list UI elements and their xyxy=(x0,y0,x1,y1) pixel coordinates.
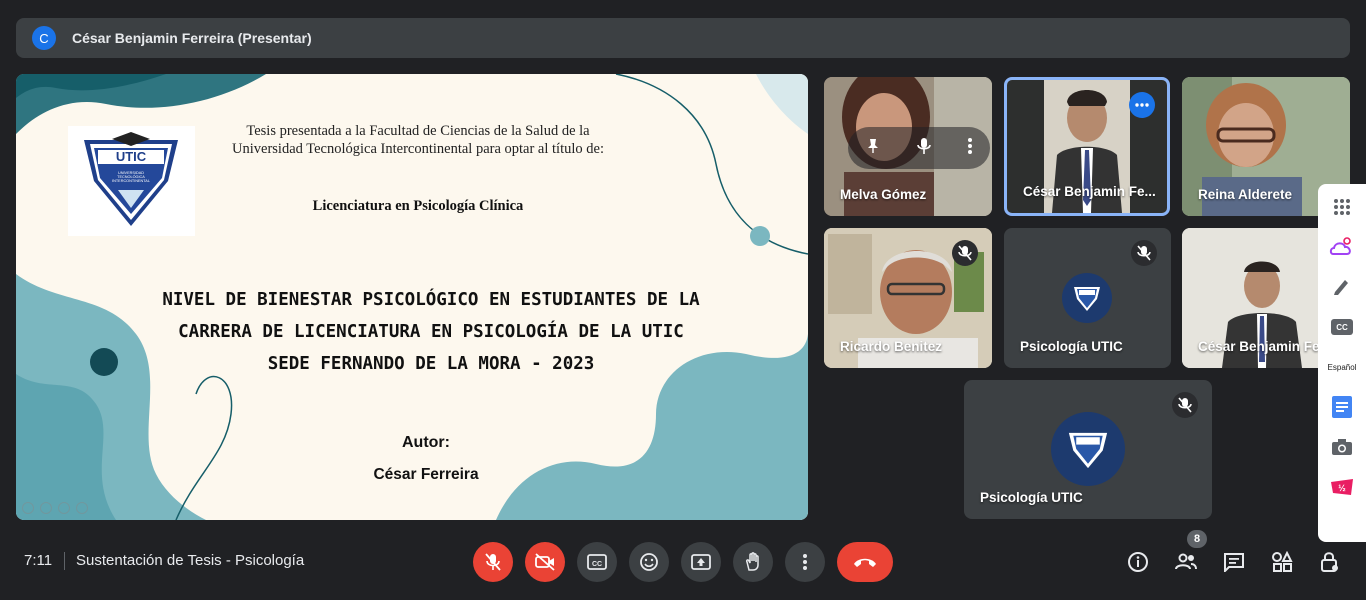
captions-icon: CC xyxy=(587,554,607,570)
slide-title-line: NIVEL DE BIENESTAR PSICOLÓGICO EN ESTUDI… xyxy=(162,290,700,310)
presenter-bar: C César Benjamin Ferreira (Presentar) xyxy=(16,18,1350,58)
slide-degree: Licenciatura en Psicología Clínica xyxy=(312,198,524,214)
more-options-icon[interactable] xyxy=(967,137,973,160)
apps-grid-icon[interactable] xyxy=(1327,192,1357,222)
weather-icon[interactable] xyxy=(1327,232,1357,262)
author-label: Autor: xyxy=(402,434,450,451)
presentation-slide: UTIC UNIVERSIDAD TECNOLÓGICA INTERCONTIN… xyxy=(16,74,808,520)
host-controls-button[interactable] xyxy=(1312,544,1348,580)
present-icon xyxy=(691,554,711,570)
hang-up-icon xyxy=(854,558,876,567)
present-screen-button[interactable] xyxy=(681,542,721,582)
svg-text:INTERCONTINENTAL: INTERCONTINENTAL xyxy=(112,179,150,183)
microphone-icon[interactable] xyxy=(916,137,932,160)
utic-avatar xyxy=(1062,273,1112,323)
emoji-icon xyxy=(640,553,658,571)
next-icon[interactable] xyxy=(58,502,70,514)
people-button[interactable] xyxy=(1168,544,1204,580)
camera-off-icon xyxy=(535,553,555,571)
utic-avatar xyxy=(1051,412,1125,486)
hand-icon xyxy=(746,552,759,571)
prev-icon[interactable] xyxy=(22,502,34,514)
more-options-button[interactable] xyxy=(785,542,825,582)
presenter-avatar: C xyxy=(32,26,56,50)
participant-name: César Benjamin Fe xyxy=(1198,339,1320,354)
shapes-icon xyxy=(1272,551,1293,572)
pin-icon[interactable] xyxy=(865,138,881,159)
camera-toggle-button[interactable] xyxy=(525,542,565,582)
chat-icon xyxy=(1224,553,1244,572)
participant-name: Psicología UTIC xyxy=(1020,339,1123,354)
side-extension-panel: CC Español ½ xyxy=(1318,184,1366,542)
people-icon xyxy=(1175,553,1197,570)
chat-button[interactable] xyxy=(1216,544,1252,580)
captions-icon[interactable]: CC xyxy=(1327,312,1357,342)
mic-toggle-button[interactable] xyxy=(473,542,513,582)
activities-button[interactable] xyxy=(1264,544,1300,580)
mic-off-icon xyxy=(485,553,501,571)
participant-tile-melva[interactable]: Melva Gómez xyxy=(824,77,992,216)
participant-name: César Benjamin Fe... xyxy=(1023,184,1156,199)
captions-button[interactable]: CC xyxy=(577,542,617,582)
more-vert-icon xyxy=(803,554,807,570)
divider xyxy=(64,552,65,570)
pen-icon[interactable] xyxy=(1327,272,1357,302)
play-icon[interactable] xyxy=(40,502,52,514)
meeting-clock: 7:11 xyxy=(24,552,53,569)
bottom-control-bar: 7:11 Sustentación de Tesis - Psicología … xyxy=(0,540,1366,600)
extension-icon[interactable]: ½ xyxy=(1327,472,1357,502)
slide-title-line: SEDE FERNANDO DE LA MORA - 2023 xyxy=(267,354,595,374)
svg-text:CC: CC xyxy=(592,561,602,568)
svg-text:UTIC: UTIC xyxy=(116,149,147,164)
participant-tile-psicologia-1[interactable]: Psicología UTIC xyxy=(1004,228,1171,368)
participant-tile-psicologia-2[interactable]: Psicología UTIC xyxy=(964,380,1212,519)
participant-count-badge: 8 xyxy=(1187,530,1207,548)
raise-hand-button[interactable] xyxy=(733,542,773,582)
participant-tile-ricardo[interactable]: Ricardo Benitez xyxy=(824,228,992,368)
meeting-title: Sustentación de Tesis - Psicología xyxy=(76,552,305,569)
caption-language[interactable]: Español xyxy=(1327,352,1357,382)
muted-mic-icon xyxy=(1172,392,1198,418)
author-name: César Ferreira xyxy=(373,466,479,483)
participant-tile-cesar[interactable]: César Benjamin Fe... xyxy=(1004,77,1170,216)
camera-icon[interactable] xyxy=(1327,432,1357,462)
leave-call-button[interactable] xyxy=(837,542,893,582)
muted-mic-icon xyxy=(952,240,978,266)
utic-logo: UTIC UNIVERSIDAD TECNOLÓGICA INTERCONTIN… xyxy=(68,126,195,236)
more-options-icon[interactable] xyxy=(1129,92,1155,118)
participant-name: Reina Alderete xyxy=(1198,187,1293,202)
muted-mic-icon xyxy=(1131,240,1157,266)
reactions-button[interactable] xyxy=(629,542,669,582)
tile-hover-controls xyxy=(848,127,990,169)
participant-name: Ricardo Benitez xyxy=(840,339,943,354)
presenter-label: César Benjamin Ferreira (Presentar) xyxy=(72,30,312,46)
lock-person-icon xyxy=(1321,552,1338,572)
participant-name: Psicología UTIC xyxy=(980,490,1083,505)
slide-intro-text: Tesis presentada a la Facultad de Cienci… xyxy=(232,123,604,157)
participant-name: Melva Gómez xyxy=(840,187,927,202)
meeting-info-button[interactable] xyxy=(1120,544,1156,580)
info-icon xyxy=(1128,552,1148,572)
docs-icon[interactable] xyxy=(1327,392,1357,422)
svg-text:½: ½ xyxy=(1338,483,1346,493)
zoom-icon[interactable] xyxy=(76,502,88,514)
slide-title-line: CARRERA DE LICENCIATURA EN PSICOLOGÍA DE… xyxy=(178,322,684,342)
slide-player-controls[interactable] xyxy=(22,502,88,514)
slide-title: NIVEL DE BIENESTAR PSICOLÓGICO EN ESTUDI… xyxy=(126,284,736,380)
